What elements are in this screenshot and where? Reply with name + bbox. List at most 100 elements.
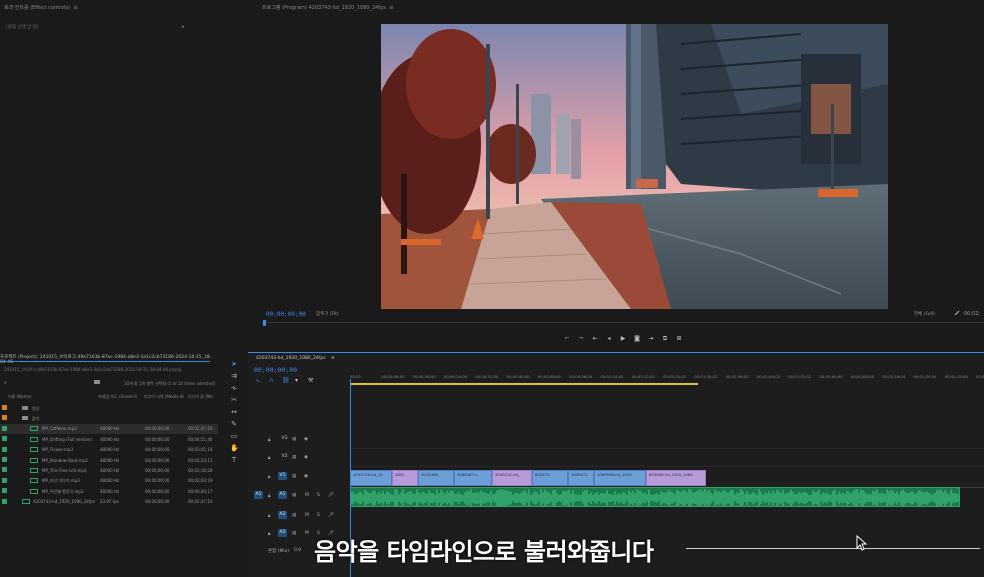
- expand-arrow-icon[interactable]: ▸: [182, 24, 185, 30]
- lock-icon[interactable]: 🔒︎: [268, 437, 270, 443]
- mix-value[interactable]: 0.0: [294, 548, 301, 553]
- sync-lock-icon[interactable]: ▤: [292, 493, 296, 498]
- track-v2-label[interactable]: V2: [280, 453, 289, 461]
- panel-menu-icon[interactable]: ≡: [331, 356, 335, 361]
- project-item-row[interactable]: MP_조선 이야기.mp3 48000 Hz 00;00;00;00 00;02;03…: [0, 476, 218, 486]
- sequence-tab[interactable]: 4203743-hd_1920_1080_24fps ≡: [256, 356, 335, 361]
- go-to-in-icon[interactable]: ⇤: [592, 336, 598, 342]
- eye-icon[interactable]: ◉: [304, 474, 308, 479]
- pen-tool-icon[interactable]: ✎: [230, 420, 238, 428]
- effect-controls-header[interactable]: 효과 컨트롤 (Effect controls) ≡: [0, 0, 250, 14]
- program-current-timecode[interactable]: 00;00;00;00: [266, 311, 306, 318]
- solo-icon[interactable]: S: [317, 513, 320, 518]
- project-item-row[interactable]: 4203743-hd_1920_1080_24fps 23.97 fps 00;00…: [0, 497, 218, 507]
- add-button-icon[interactable]: ⊞: [676, 336, 682, 342]
- microphone-icon[interactable]: 🎤︎: [328, 493, 334, 498]
- lock-icon[interactable]: 🔒︎: [268, 493, 270, 499]
- sequence-name[interactable]: 4203743-hd_1920_1080_24fps: [256, 356, 326, 361]
- project-tab[interactable]: 프로젝트 (Project): 241015_브이로그-49a7103b-87e…: [0, 354, 218, 365]
- video-clip[interactable]: 3066487-u: [454, 470, 492, 486]
- label-color-chip[interactable]: [2, 436, 7, 442]
- column-frame-rate[interactable]: 프레임 속도 (Frame R: [98, 394, 137, 400]
- mute-icon[interactable]: M: [305, 513, 309, 518]
- camera-icon[interactable]: ◙: [634, 336, 640, 342]
- sync-lock-icon[interactable]: ▤: [292, 474, 296, 479]
- hand-tool-icon[interactable]: ✋: [230, 444, 239, 452]
- audio-clip-a1[interactable]: [350, 487, 960, 507]
- program-playhead[interactable]: [263, 320, 266, 326]
- mute-icon[interactable]: M: [305, 493, 309, 498]
- marker-icon[interactable]: ▾: [295, 378, 301, 384]
- panel-menu-icon[interactable]: ≡: [73, 4, 78, 11]
- mute-icon[interactable]: M: [305, 531, 309, 536]
- label-color-chip[interactable]: [2, 425, 7, 431]
- project-item-row[interactable]: MP_Caffeine.mp3 48000 Hz 00;00;00;00 00;02;…: [0, 423, 218, 434]
- lock-icon[interactable]: 🔒︎: [268, 513, 270, 519]
- snap-icon[interactable]: ∩: [269, 378, 275, 384]
- track-select-tool-icon[interactable]: ⇉: [230, 372, 238, 380]
- label-color-chip[interactable]: [2, 415, 7, 421]
- video-clip[interactable]: 2801: [392, 470, 418, 486]
- fit-zoom-dropdown[interactable]: 맞추기 (Fit): [316, 311, 339, 317]
- project-item-row[interactable]: MP_Rainbow Boat.mp3 48000 Hz 00;00;00;00 00…: [0, 455, 218, 465]
- wrench-icon[interactable]: [954, 310, 960, 316]
- track-a2-label[interactable]: A2: [278, 511, 287, 519]
- column-media-end[interactable]: 미디어 끝 (Me: [188, 394, 213, 400]
- video-clip[interactable]: 3015486: [418, 470, 454, 486]
- track-a3-label[interactable]: A3: [278, 529, 287, 537]
- program-scrub-bar[interactable]: [262, 322, 984, 323]
- search-icon[interactable]: ⌕: [4, 380, 7, 386]
- video-clip[interactable]: 4203743-hd_19: [350, 470, 392, 486]
- column-media-start[interactable]: 미디어 시작 (Media St: [144, 394, 184, 400]
- video-clip[interactable]: 2069568-hd_1920: [594, 470, 646, 486]
- mark-out-icon[interactable]: ¬: [578, 336, 584, 342]
- effect-controls-title[interactable]: 효과 컨트롤 (Effect controls): [4, 4, 70, 11]
- track-v3-label[interactable]: V3: [280, 435, 289, 443]
- label-color-chip[interactable]: [2, 405, 7, 410]
- program-monitor-title[interactable]: 프로그램 (Program) 4203743-hd_1920_1080_24fp…: [262, 4, 386, 11]
- label-color-chip[interactable]: [2, 498, 7, 504]
- label-color-chip[interactable]: [2, 488, 7, 494]
- panel-menu-icon[interactable]: ≡: [389, 4, 394, 11]
- playback-quality-dropdown[interactable]: 전체 (Full): [914, 311, 935, 317]
- project-item-row[interactable]: MP_Flower.mp3 48000 Hz 00;00;00;00 00;03;01…: [0, 445, 218, 455]
- nest-icon[interactable]: ⤷: [256, 378, 262, 384]
- bin-row[interactable]: 음악: [0, 413, 218, 423]
- lock-icon[interactable]: 🔒︎: [268, 455, 270, 461]
- lock-icon[interactable]: 🔒︎: [268, 531, 270, 537]
- slip-tool-icon[interactable]: ↔: [230, 408, 238, 416]
- source-a1-patch[interactable]: A1: [254, 491, 263, 499]
- sync-lock-icon[interactable]: ▤: [292, 513, 296, 518]
- label-color-chip[interactable]: [2, 446, 7, 452]
- sync-lock-icon[interactable]: ▤: [292, 531, 296, 536]
- project-item-row[interactable]: MP_This Free Life.mp3 48000 Hz 00;00;00;00…: [0, 465, 218, 475]
- type-tool-icon[interactable]: T: [230, 456, 238, 464]
- new-bin-icon[interactable]: [94, 380, 100, 384]
- label-color-chip[interactable]: [2, 467, 7, 473]
- selection-tool-icon[interactable]: ➤: [230, 360, 238, 368]
- play-icon[interactable]: ▶: [620, 336, 626, 342]
- program-video-frame[interactable]: [381, 24, 888, 309]
- overwrite-icon[interactable]: ⧉: [662, 336, 668, 342]
- eye-icon[interactable]: ◉: [304, 455, 308, 460]
- project-item-row[interactable]: MP_Drifting (Full Version) 48000 Hz 00;00;…: [0, 434, 218, 444]
- eye-icon[interactable]: ◉: [304, 437, 308, 442]
- wrench-icon[interactable]: ⚒: [308, 378, 314, 384]
- track-a1-label[interactable]: A1: [278, 491, 287, 499]
- linked-selection-icon[interactable]: ⛓: [282, 378, 290, 384]
- video-clip[interactable]: 853958-hd_1920_1080: [646, 470, 706, 486]
- razor-tool-icon[interactable]: ✂: [230, 396, 238, 404]
- rectangle-tool-icon[interactable]: ▭: [230, 432, 238, 440]
- microphone-icon[interactable]: 🎤︎: [328, 513, 334, 518]
- sync-lock-icon[interactable]: ▤: [292, 455, 296, 460]
- video-clip[interactable]: 855574-: [532, 470, 568, 486]
- lock-icon[interactable]: 🔒︎: [268, 474, 270, 480]
- sync-lock-icon[interactable]: ▤: [292, 437, 296, 442]
- bin-row[interactable]: 영상: [0, 403, 218, 413]
- video-clip[interactable]: 4546211-hd_: [492, 470, 532, 486]
- label-color-chip[interactable]: [2, 457, 7, 462]
- project-item-row[interactable]: MP_어린별 행진곡.mp3 48000 Hz 00;00;00;00 00;00;4…: [0, 486, 218, 496]
- work-area-bar[interactable]: [350, 383, 698, 385]
- ripple-edit-tool-icon[interactable]: ⟛: [230, 384, 238, 392]
- timeline-timecode[interactable]: 00;00;00;00: [254, 366, 297, 374]
